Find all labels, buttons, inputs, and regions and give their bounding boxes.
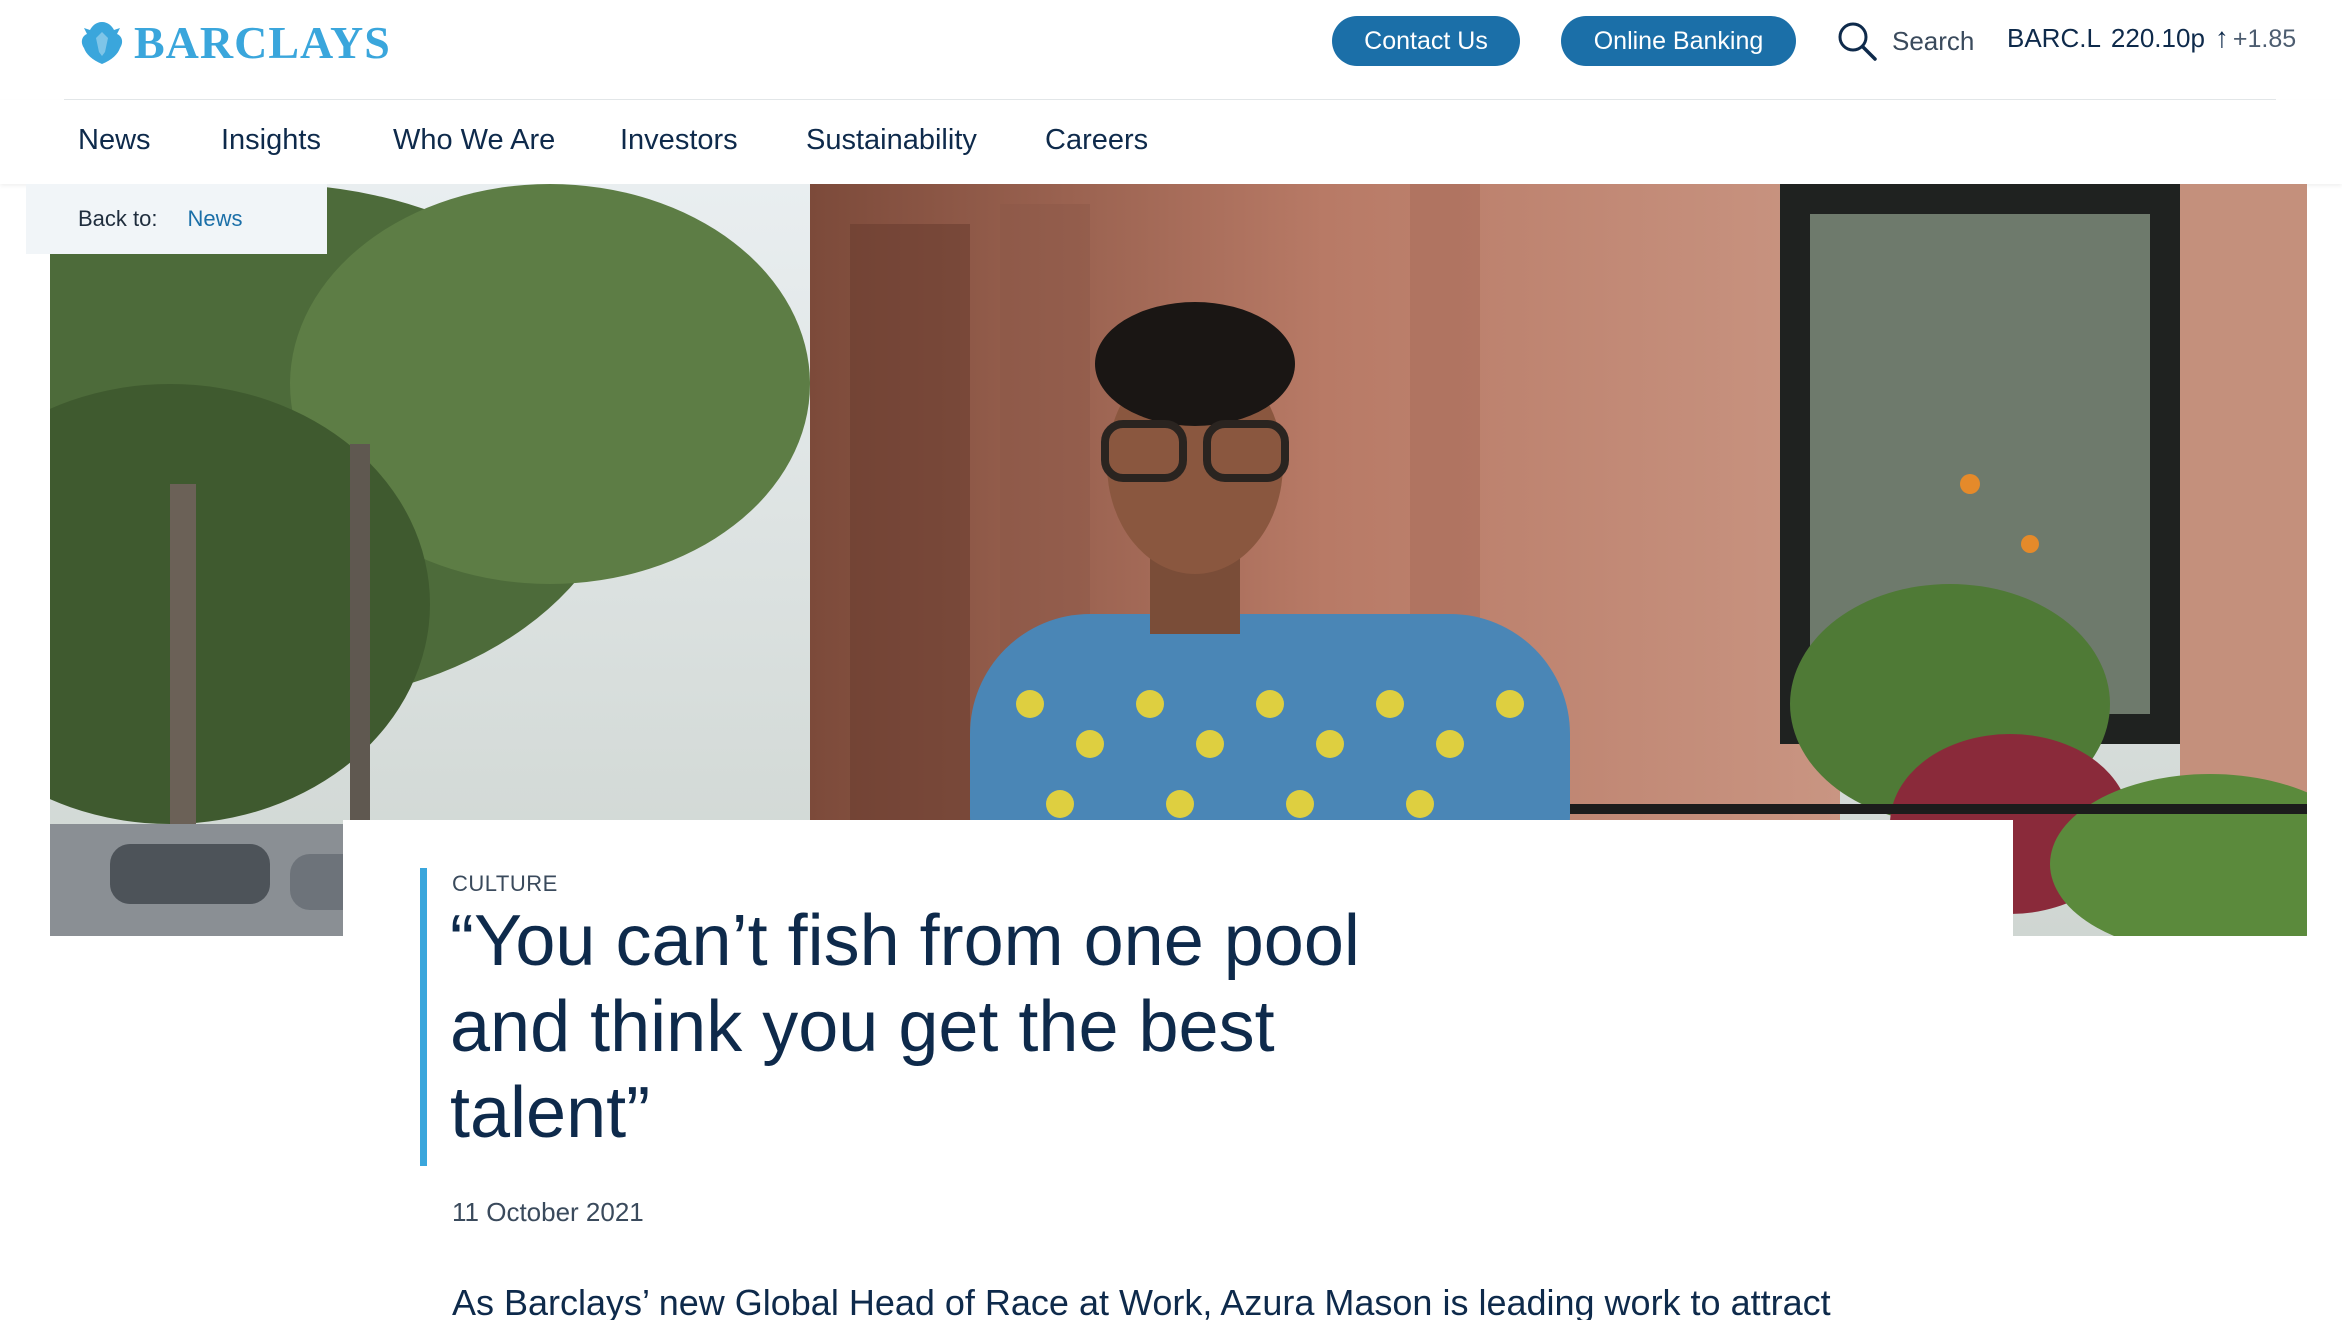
ticker-price: 220.10p [2110,23,2205,53]
search-label: Search [1892,25,1975,56]
search-button[interactable]: Search [1836,20,1974,62]
eagle-logo-icon [81,21,123,64]
barclays-logo[interactable]: BARCLAYS [78,16,391,69]
headline-line: “You can’t fish from one pool [450,901,1360,981]
search-icon [1838,22,1877,61]
nav-item-careers[interactable]: Careers [1045,124,1148,157]
ticker-change: ↑ +1.85 [2215,22,2296,54]
headline-line: talent” [450,1073,651,1153]
share-price-ticker: BARC.L 220.10p ↑ +1.85 [2007,22,2296,54]
headline-line: and think you get the best [450,987,1275,1067]
nav-item-investors[interactable]: Investors [620,124,738,157]
logo-wordmark: BARCLAYS [134,17,391,68]
main-nav: News Insights Who We Are Investors Susta… [0,100,2342,184]
nav-item-news[interactable]: News [78,124,151,157]
ticker-change-value: +1.85 [2232,25,2297,53]
site-header: BARCLAYS Contact Us Online Banking Searc… [0,0,2342,100]
online-banking-button[interactable]: Online Banking [1561,16,1796,66]
nav-item-who-we-are[interactable]: Who We Are [393,124,555,157]
contact-us-button[interactable]: Contact Us [1332,16,1520,66]
breadcrumb: Back to: News [26,184,327,254]
breadcrumb-link-news[interactable]: News [187,206,242,232]
nav-item-sustainability[interactable]: Sustainability [806,124,977,157]
breadcrumb-label: Back to: [78,206,158,231]
article-headline: “You can’t fish from one pool and think … [450,898,1430,1156]
article-date: 11 October 2021 [452,1197,644,1227]
article-intro: As Barclays’ new Global Head of Race at … [452,1282,1831,1320]
headline-accent-bar [420,868,427,1166]
ticker-symbol: BARC.L [2007,23,2101,53]
article-category[interactable]: CULTURE [452,871,558,897]
arrow-up-icon: ↑ [2214,22,2229,53]
nav-item-insights[interactable]: Insights [221,124,321,157]
